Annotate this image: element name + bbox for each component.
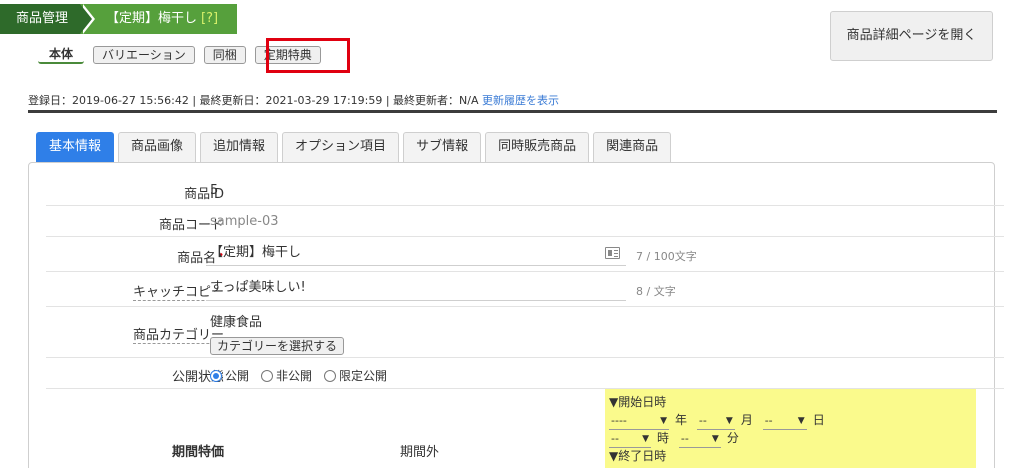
subtab-variation[interactable]: バリエーション — [93, 46, 195, 64]
product-name-value: 【定期】梅干し — [210, 245, 302, 260]
breadcrumb-root[interactable]: 商品管理 — [0, 4, 95, 34]
catch-copy-count: 8 / 文字 — [636, 285, 676, 298]
period-price-label: 期間特価 — [171, 445, 224, 460]
divider — [28, 110, 997, 113]
tab-cross-sell[interactable]: 同時販売商品 — [485, 132, 590, 162]
tab-option-items[interactable]: オプション項目 — [282, 132, 400, 162]
radio-private[interactable] — [261, 369, 274, 382]
row-product-id: 商品ID 5 — [46, 176, 1004, 206]
row-catch-copy: キャッチコピー すっぱ美味しい! 8 / 文字 — [46, 272, 1004, 307]
status-radios: 公開 非公開 限定公開 — [210, 367, 387, 384]
chevron-down-icon: ▼ — [797, 416, 805, 426]
subtab-main[interactable]: 本体 — [38, 46, 84, 64]
breadcrumb-current-label: 【定期】梅干し — [106, 11, 198, 26]
unit-year: 年 — [675, 413, 688, 427]
status-private[interactable]: 非公開 — [261, 367, 312, 384]
product-id-value: 5 — [210, 183, 219, 198]
status-limited[interactable]: 限定公開 — [324, 367, 387, 384]
chevron-down-icon: ▼ — [711, 434, 719, 444]
product-name-input[interactable]: 【定期】梅干し — [206, 242, 626, 266]
tab-basic-info[interactable]: 基本情報 — [36, 132, 115, 162]
tab-additional-info[interactable]: 追加情報 — [200, 132, 279, 162]
start-minute-select[interactable]: -- ▼ — [678, 432, 721, 448]
highlight-box — [266, 38, 350, 73]
row-product-name: 商品名 • 【定期】梅干し 7 / 100文字 — [46, 237, 1004, 272]
start-date-row: ---- ▼ 年 -- ▼ 月 -- ▼ 日 — [609, 411, 972, 430]
select-category-button[interactable]: カテゴリーを選択する — [210, 337, 345, 355]
chevron-down-icon: ▼ — [642, 434, 649, 444]
start-day-value: -- — [764, 414, 773, 427]
unit-month: 月 — [740, 413, 753, 427]
subtab-bundle[interactable]: 同梱 — [203, 46, 246, 64]
end-label: ▼終了日時 — [609, 449, 667, 463]
start-hour-select[interactable]: -- ▼ — [609, 432, 651, 448]
history-link[interactable]: 更新履歴を表示 — [482, 94, 559, 107]
start-month-value: -- — [698, 414, 707, 427]
period-price-status: 期間外 — [400, 445, 440, 460]
chevron-down-icon: ▼ — [725, 416, 733, 426]
start-year-value: ---- — [611, 414, 627, 427]
start-label: ▼開始日時 — [609, 395, 667, 409]
row-product-code: 商品コード sample-03 — [46, 206, 1004, 237]
start-time-row: -- ▼ 時 -- ▼ 分 — [609, 429, 972, 448]
id-card-icon[interactable] — [605, 247, 620, 259]
tab-sub-info[interactable]: サブ情報 — [403, 132, 482, 162]
main-tabs: 基本情報 商品画像 追加情報 オプション項目 サブ情報 同時販売商品 関連商品 — [36, 132, 672, 162]
product-code-value: sample-03 — [210, 214, 279, 229]
start-month-select[interactable]: -- ▼ — [696, 414, 735, 430]
breadcrumb: 商品管理 【定期】梅干し [?] — [0, 4, 237, 34]
unit-minute: 分 — [726, 431, 739, 445]
tab-related-products[interactable]: 関連商品 — [593, 132, 672, 162]
period-settings: ▼開始日時 ---- ▼ 年 -- ▼ 月 -- ▼ 日 -- ▼ 時 -- ▼ 分 ▼終了日時 — [605, 389, 976, 468]
breadcrumb-current: 【定期】梅干し [?] — [80, 4, 237, 34]
unit-day: 日 — [812, 413, 825, 427]
radio-limited[interactable] — [324, 369, 337, 382]
tab-product-images[interactable]: 商品画像 — [118, 132, 197, 162]
start-hour-value: -- — [611, 432, 619, 445]
start-day-select[interactable]: -- ▼ — [762, 414, 807, 430]
start-minute-value: -- — [680, 432, 689, 445]
help-link[interactable]: [?] — [201, 11, 218, 26]
row-category: 商品カテゴリー 健康食品 カテゴリーを選択する — [46, 307, 1004, 358]
catch-copy-input[interactable]: すっぱ美味しい! — [206, 277, 626, 301]
meta-info: 登録日：2019-06-27 15:56:42 | 最終更新日：2021-03-… — [28, 92, 559, 108]
status-public[interactable]: 公開 — [210, 367, 249, 384]
catch-copy-value: すっぱ美味しい! — [210, 280, 306, 295]
meta-text: 登録日：2019-06-27 15:56:42 | 最終更新日：2021-03-… — [28, 94, 479, 107]
open-detail-page-button[interactable]: 商品詳細ページを開く — [830, 11, 993, 61]
status-public-label: 公開 — [225, 369, 250, 383]
status-private-label: 非公開 — [276, 369, 313, 383]
row-status: 公開状態 公開 非公開 限定公開 — [46, 358, 1004, 389]
unit-hour: 時 — [657, 431, 670, 445]
start-year-select[interactable]: ---- ▼ — [609, 414, 669, 430]
product-name-count: 7 / 100文字 — [636, 250, 697, 263]
status-limited-label: 限定公開 — [339, 369, 388, 383]
chevron-down-icon: ▼ — [660, 416, 667, 426]
radio-public[interactable] — [210, 369, 222, 382]
category-value: 健康食品 — [210, 315, 263, 330]
